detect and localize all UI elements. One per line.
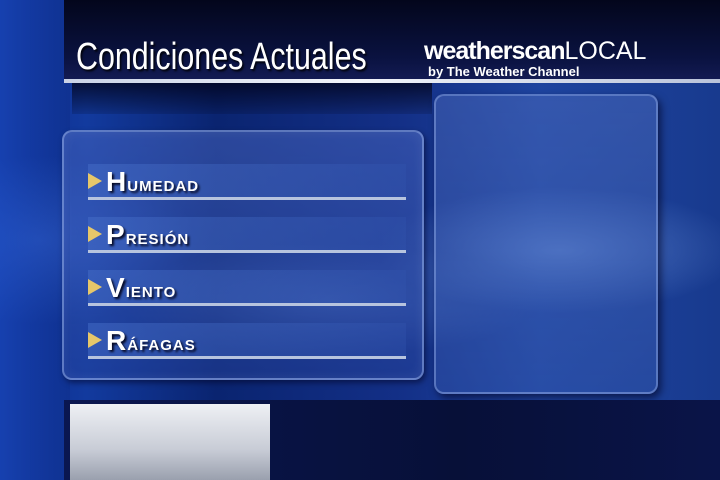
menu-item-label: Presión (106, 219, 190, 250)
header-shadow (72, 82, 432, 114)
menu-item-label: Viento (106, 272, 177, 303)
background-streak (0, 0, 70, 480)
arrow-right-icon (88, 332, 102, 348)
menu-item-viento[interactable]: Viento (88, 270, 406, 306)
logo-brand-bold: weatherscan (424, 37, 565, 65)
menu-item-label: Humedad (106, 166, 200, 197)
logo-tagline: by The Weather Channel (428, 64, 580, 79)
menu-item-label: Ráfagas (106, 325, 196, 356)
bottom-info-box (70, 404, 270, 480)
menu-item-humedad[interactable]: Humedad (88, 164, 406, 200)
header-rule (64, 79, 720, 83)
menu-item-presion[interactable]: Presión (88, 217, 406, 253)
page-title: Condiciones Actuales (76, 36, 367, 78)
menu-item-rafagas[interactable]: Ráfagas (88, 323, 406, 359)
logo-brand-light: LOCAL (564, 37, 647, 65)
info-panel (434, 94, 658, 394)
conditions-menu-panel: Humedad Presión Viento Ráfagas (62, 130, 424, 380)
arrow-right-icon (88, 279, 102, 295)
arrow-right-icon (88, 226, 102, 242)
weatherscan-logo: weatherscanLOCAL by The Weather Channel (424, 38, 654, 79)
arrow-right-icon (88, 173, 102, 189)
logo-wordmark: weatherscanLOCAL (424, 38, 654, 64)
